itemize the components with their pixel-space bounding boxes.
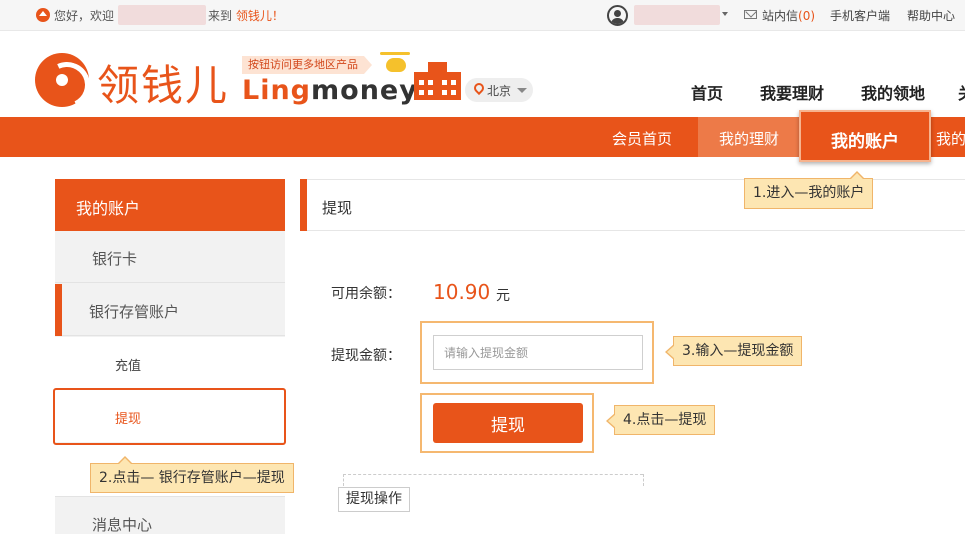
subnav-my-invest[interactable]: 我的理财	[719, 128, 779, 149]
sidebar-title: 我的账户	[55, 179, 285, 231]
panel-header-marker	[300, 179, 307, 231]
logo-en-part-a: Ling	[242, 75, 312, 106]
nav-about[interactable]: 关	[958, 80, 965, 104]
logo-text-cn[interactable]: 领钱儿	[97, 52, 229, 113]
helicopter-icon	[380, 52, 410, 78]
withdraw-operations-tab[interactable]: 提现操作	[338, 487, 410, 512]
location-pin-icon	[471, 80, 487, 96]
divider	[643, 474, 644, 486]
greeting-mid: 来到	[208, 9, 236, 23]
sidebar-item-bank-card[interactable]: 银行卡	[55, 231, 285, 283]
nav-my-domain[interactable]: 我的领地	[861, 80, 925, 104]
subnav-my-account-label: 我的账户	[831, 132, 899, 152]
sidebar-item-label: 银行存管账户	[89, 303, 180, 321]
callout-step4: 4.点击—提现	[605, 405, 716, 435]
subnav-member-home[interactable]: 会员首页	[612, 128, 672, 149]
sidebar-subitem-recharge[interactable]: 充值	[55, 337, 285, 389]
withdraw-submit-button[interactable]: 提现	[433, 403, 583, 443]
logo-text-en[interactable]: Lingmoney	[242, 75, 418, 106]
subnav-my-account[interactable]: 我的账户	[799, 110, 931, 162]
inbox-label: 站内信	[762, 9, 799, 23]
building-icon	[414, 62, 461, 100]
chevron-down-icon[interactable]	[722, 12, 728, 16]
inbox-count: (0)	[798, 9, 816, 23]
sidebar-title-label: 我的账户	[76, 199, 141, 218]
sidebar-item-messages[interactable]: 消息中心	[55, 496, 285, 534]
greeting-brand: 领钱儿！	[235, 9, 284, 23]
logo-icon[interactable]	[35, 53, 89, 107]
username-redacted	[118, 5, 206, 25]
greeting-text: 您好，欢迎	[54, 9, 115, 23]
help-center-link[interactable]: 帮助中心	[907, 7, 955, 24]
nav-invest[interactable]: 我要理财	[760, 80, 824, 104]
top-bar: 您好，欢迎 来到 领钱儿！ 站内信(0) 手机客户端 帮助中心	[0, 0, 965, 31]
withdraw-amount-input[interactable]	[433, 335, 643, 370]
sidebar-subitem-label: 充值	[115, 359, 142, 374]
mail-icon[interactable]	[744, 10, 757, 19]
inbox-link[interactable]: 站内信(0)	[762, 7, 815, 24]
region-promo-badge[interactable]: 按钮访问更多地区产品	[242, 56, 372, 74]
balance-unit: 元	[496, 288, 510, 304]
user-icon[interactable]	[607, 5, 628, 26]
divider	[343, 474, 643, 475]
callout-step2: 2.点击— 银行存管账户—提现	[90, 456, 294, 493]
balance-label: 可用余额：	[331, 286, 401, 302]
mobile-client-link[interactable]: 手机客户端	[830, 7, 890, 24]
highlight-withdraw-menu	[53, 388, 286, 445]
callout-step1: 1.进入—我的账户	[744, 171, 874, 209]
divider	[343, 474, 344, 486]
amount-label: 提现金额：	[331, 348, 401, 364]
chevron-down-icon	[517, 88, 527, 93]
sidebar-item-label: 消息中心	[92, 516, 153, 534]
city-label: 北京	[487, 84, 512, 98]
greeting-suffix: 来到 领钱儿！	[208, 7, 284, 24]
balance-value: 10.90	[433, 280, 491, 304]
callout-step3: 3.输入—提现金额	[664, 336, 803, 366]
home-icon[interactable]	[36, 8, 50, 22]
nav-home[interactable]: 首页	[691, 80, 723, 104]
logo-en-part-b: money	[311, 75, 418, 106]
subnav-more[interactable]: 我的	[936, 128, 965, 149]
panel-title: 提现	[322, 199, 353, 217]
sidebar-item-custody-account[interactable]: 银行存管账户	[55, 284, 285, 336]
account-name-redacted[interactable]	[634, 5, 720, 25]
sidebar-item-label: 银行卡	[92, 250, 138, 268]
active-indicator	[55, 284, 62, 336]
city-selector[interactable]: 北京	[465, 78, 533, 102]
